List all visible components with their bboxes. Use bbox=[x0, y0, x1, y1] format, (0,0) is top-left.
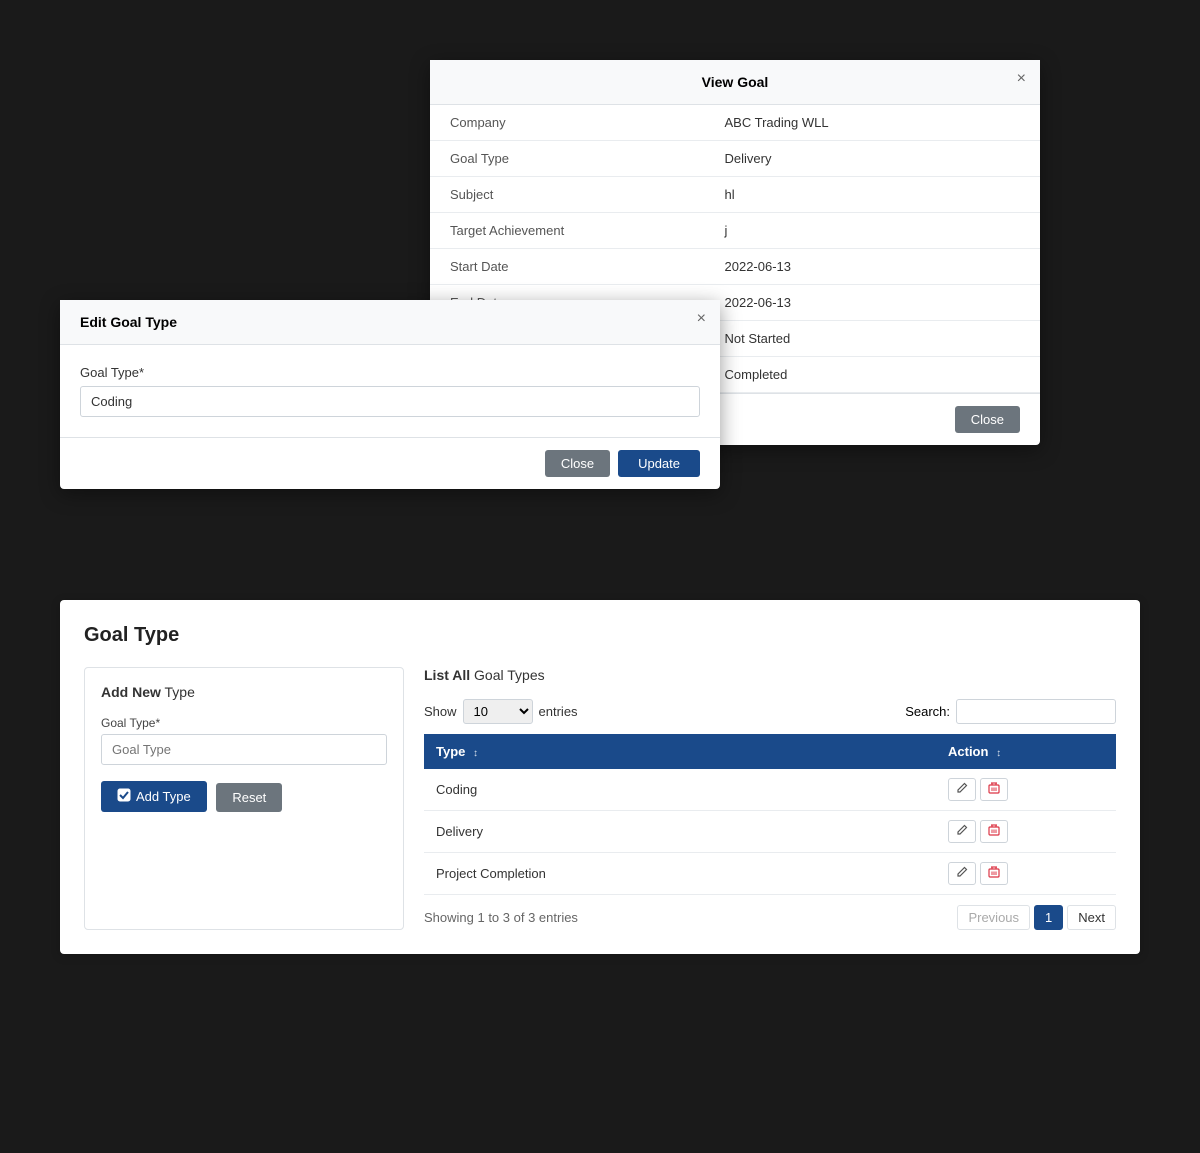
page-content: Add New Type Goal Type* Add Type Reset bbox=[84, 667, 1116, 930]
type-sort-icon[interactable]: ↕ bbox=[473, 748, 478, 759]
action-sort-icon[interactable]: ↕ bbox=[996, 748, 1001, 759]
list-panel-title: List All Goal Types bbox=[424, 667, 1116, 683]
edit-goal-footer: Close Update bbox=[60, 437, 720, 489]
edit-button[interactable] bbox=[948, 778, 976, 801]
view-goal-row: CompanyABC Trading WLL bbox=[430, 105, 1040, 141]
show-label: Show bbox=[424, 704, 457, 719]
view-goal-title: View Goal bbox=[702, 74, 769, 90]
add-panel: Add New Type Goal Type* Add Type Reset bbox=[84, 667, 404, 930]
action-buttons bbox=[948, 862, 1104, 885]
type-column-header: Type ↕ bbox=[424, 734, 936, 769]
field-label: Start Date bbox=[430, 249, 705, 285]
search-input[interactable] bbox=[956, 699, 1116, 724]
edit-goal-modal: Edit Goal Type × Goal Type* Close Update bbox=[60, 300, 720, 489]
previous-button[interactable]: Previous bbox=[957, 905, 1030, 930]
field-label: Goal Type bbox=[430, 141, 705, 177]
edit-goal-type-group: Goal Type* bbox=[80, 365, 700, 417]
next-button[interactable]: Next bbox=[1067, 905, 1116, 930]
edit-goal-header: Edit Goal Type × bbox=[60, 300, 720, 345]
add-goal-type-input[interactable] bbox=[101, 734, 387, 765]
action-cell bbox=[936, 853, 1116, 895]
add-type-button[interactable]: Add Type bbox=[101, 781, 207, 812]
table-row: Delivery bbox=[424, 811, 1116, 853]
table-footer: Showing 1 to 3 of 3 entries Previous 1 N… bbox=[424, 905, 1116, 930]
checkbox-icon bbox=[117, 788, 131, 805]
view-goal-row: Subjecthl bbox=[430, 177, 1040, 213]
type-cell: Project Completion bbox=[424, 853, 936, 895]
action-cell bbox=[936, 769, 1116, 811]
view-goal-close-button[interactable]: Close bbox=[955, 406, 1020, 433]
view-goal-close-x[interactable]: × bbox=[1017, 70, 1026, 88]
goal-type-table: Type ↕ Action ↕ Coding bbox=[424, 734, 1116, 895]
list-panel: List All Goal Types Show 102550100 entri… bbox=[424, 667, 1116, 930]
table-row: Project Completion bbox=[424, 853, 1116, 895]
edit-goal-type-label: Goal Type* bbox=[80, 365, 700, 380]
add-type-button-label: Add Type bbox=[136, 789, 191, 804]
action-cell bbox=[936, 811, 1116, 853]
show-entries: Show 102550100 entries bbox=[424, 699, 578, 724]
page-title: Goal Type bbox=[84, 624, 1116, 647]
view-goal-row: Start Date2022-06-13 bbox=[430, 249, 1040, 285]
view-goal-row: Target Achievementj bbox=[430, 213, 1040, 249]
action-column-header: Action ↕ bbox=[936, 734, 1116, 769]
action-buttons bbox=[948, 778, 1104, 801]
view-goal-modal-header: View Goal × bbox=[430, 60, 1040, 105]
edit-goal-body: Goal Type* bbox=[60, 345, 720, 437]
field-value: 2022-06-13 bbox=[705, 249, 1041, 285]
page-1-button[interactable]: 1 bbox=[1034, 905, 1063, 930]
main-page: Goal Type Add New Type Goal Type* bbox=[60, 600, 1140, 954]
pagination: Previous 1 Next bbox=[957, 905, 1116, 930]
field-value: Not Started bbox=[705, 321, 1041, 357]
showing-text: Showing 1 to 3 of 3 entries bbox=[424, 910, 578, 925]
delete-button[interactable] bbox=[980, 778, 1008, 801]
field-value: 2022-06-13 bbox=[705, 285, 1041, 321]
field-value: Delivery bbox=[705, 141, 1041, 177]
entries-label: entries bbox=[539, 704, 578, 719]
type-cell: Coding bbox=[424, 769, 936, 811]
edit-button[interactable] bbox=[948, 820, 976, 843]
type-cell: Delivery bbox=[424, 811, 936, 853]
field-label: Company bbox=[430, 105, 705, 141]
field-label: Subject bbox=[430, 177, 705, 213]
add-panel-actions: Add Type Reset bbox=[101, 781, 387, 812]
table-row: Coding bbox=[424, 769, 1116, 811]
table-controls: Show 102550100 entries Search: bbox=[424, 699, 1116, 724]
add-panel-title: Add New Type bbox=[101, 684, 387, 700]
view-goal-row: Goal TypeDelivery bbox=[430, 141, 1040, 177]
edit-goal-title: Edit Goal Type bbox=[80, 314, 177, 330]
field-value: hl bbox=[705, 177, 1041, 213]
table-header: Type ↕ Action ↕ bbox=[424, 734, 1116, 769]
field-label: Target Achievement bbox=[430, 213, 705, 249]
edit-goal-type-input[interactable] bbox=[80, 386, 700, 417]
search-label: Search: bbox=[905, 704, 950, 719]
add-goal-type-group: Goal Type* bbox=[101, 716, 387, 765]
action-buttons bbox=[948, 820, 1104, 843]
entries-select[interactable]: 102550100 bbox=[463, 699, 533, 724]
field-value: j bbox=[705, 213, 1041, 249]
field-value: ABC Trading WLL bbox=[705, 105, 1041, 141]
field-value: Completed bbox=[705, 357, 1041, 393]
goal-type-tbody: Coding bbox=[424, 769, 1116, 895]
delete-button[interactable] bbox=[980, 862, 1008, 885]
edit-goal-update-button[interactable]: Update bbox=[618, 450, 700, 477]
add-goal-type-label: Goal Type* bbox=[101, 716, 387, 730]
reset-button[interactable]: Reset bbox=[216, 783, 282, 812]
delete-button[interactable] bbox=[980, 820, 1008, 843]
edit-button[interactable] bbox=[948, 862, 976, 885]
search-box: Search: bbox=[905, 699, 1116, 724]
edit-goal-close-x[interactable]: × bbox=[697, 310, 706, 328]
edit-goal-close-button[interactable]: Close bbox=[545, 450, 610, 477]
